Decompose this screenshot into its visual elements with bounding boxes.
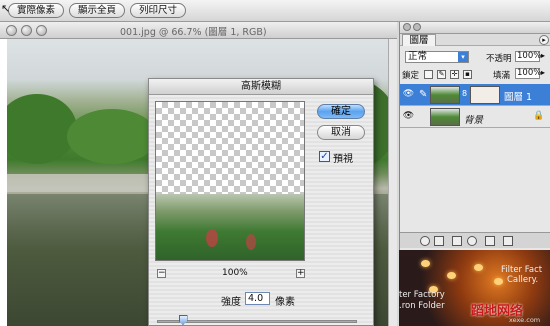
layer-row-background[interactable]: 👁 背景 🔒 xyxy=(400,106,550,128)
radius-input[interactable]: 4.0 xyxy=(245,292,270,305)
layers-palette: 圖層 ▸ 正常 ▾ 不透明 100% ▸ 鎖定 ✎ ✛ ▪ 填滿 100% ▸ … xyxy=(399,22,550,250)
radius-slider-thumb[interactable] xyxy=(178,315,188,325)
vertical-scrollbar[interactable] xyxy=(388,39,397,326)
new-group-icon[interactable] xyxy=(452,236,462,246)
visibility-eye-icon[interactable]: 👁 xyxy=(402,111,415,123)
blur-preview-pane[interactable] xyxy=(155,101,305,261)
filter-factory-image: Filter Fact Callery. ter Factory .ron Fo… xyxy=(399,250,550,326)
zoom-out-button[interactable]: − xyxy=(157,269,166,278)
tab-layers[interactable]: 圖層 xyxy=(402,34,436,46)
add-mask-icon[interactable] xyxy=(434,236,444,246)
preview-image xyxy=(156,194,304,260)
palette-close-icon[interactable] xyxy=(403,23,411,31)
opacity-input[interactable]: 100% xyxy=(515,51,541,62)
layers-footer-toolbar xyxy=(400,232,550,248)
chevron-down-icon: ▾ xyxy=(458,52,468,62)
preview-red-figure xyxy=(246,234,256,250)
preview-red-figure xyxy=(206,229,218,247)
overlay-text-2: Callery. xyxy=(507,275,539,285)
gaussian-blur-dialog: 高斯模糊 − 100% + 確定 取消 ✓ 預視 強度 4.0 像素 xyxy=(148,78,374,326)
palette-titlebar[interactable] xyxy=(400,22,550,34)
preview-checkbox-label: 預視 xyxy=(333,154,353,165)
zoom-window-icon[interactable] xyxy=(36,25,47,36)
tree-shape xyxy=(7,94,77,164)
fit-screen-button[interactable]: 顯示全頁 xyxy=(69,3,125,18)
ok-button[interactable]: 確定 xyxy=(317,104,365,119)
overlay-text-3: ter Factory xyxy=(399,290,445,300)
layer-thumbnail xyxy=(430,86,460,104)
lantern-shape xyxy=(421,260,430,267)
palette-minimize-icon[interactable] xyxy=(413,23,421,31)
lock-all-icon[interactable]: ▪ xyxy=(463,70,472,79)
lock-image-icon[interactable]: ✎ xyxy=(437,70,446,79)
close-window-icon[interactable] xyxy=(6,25,17,36)
fill-label: 填滿 xyxy=(493,71,511,81)
layer-style-icon[interactable] xyxy=(420,236,430,246)
opacity-arrow-icon[interactable]: ▸ xyxy=(541,51,545,60)
minimize-window-icon[interactable] xyxy=(21,25,32,36)
cancel-button[interactable]: 取消 xyxy=(317,125,365,140)
layer-name: 圖層 1 xyxy=(504,92,533,103)
lock-icon: 🔒 xyxy=(533,111,545,121)
document-titlebar[interactable]: 001.jpg @ 66.7% (圖層 1, RGB) xyxy=(0,22,397,39)
radius-unit-label: 像素 xyxy=(275,297,295,308)
preview-checkbox[interactable]: ✓ xyxy=(319,151,330,162)
blend-mode-select[interactable]: 正常 ▾ xyxy=(405,51,469,63)
layer-thumbnail xyxy=(430,108,460,126)
adjustment-layer-icon[interactable] xyxy=(467,236,477,246)
watermark-url: xexe.com xyxy=(509,316,541,324)
palette-menu-icon[interactable]: ▸ xyxy=(539,35,549,45)
stone-wall xyxy=(7,174,157,192)
zoom-level-label: 100% xyxy=(222,268,248,278)
tree-shape xyxy=(67,109,157,164)
zoom-in-button[interactable]: + xyxy=(296,269,305,278)
layer-row-layer1[interactable]: 👁 ✎ 8 圖層 1 xyxy=(400,84,550,106)
overlay-text-4: .ron Folder xyxy=(399,301,445,311)
lock-position-icon[interactable]: ✛ xyxy=(450,70,459,79)
lantern-shape xyxy=(447,272,456,279)
fill-arrow-icon[interactable]: ▸ xyxy=(541,68,545,77)
trash-icon[interactable] xyxy=(503,236,513,246)
new-layer-icon[interactable] xyxy=(485,236,495,246)
link-chain-icon: 8 xyxy=(462,89,468,98)
options-bar: 實際像素 顯示全頁 列印尺寸 ↖ xyxy=(0,0,550,22)
document-title: 001.jpg @ 66.7% (圖層 1, RGB) xyxy=(120,27,267,38)
lantern-shape xyxy=(494,278,503,285)
lock-transparency-icon[interactable] xyxy=(424,70,433,79)
lock-label: 鎖定 xyxy=(402,71,420,81)
lantern-shape xyxy=(474,264,483,271)
blend-mode-value: 正常 xyxy=(408,51,428,62)
brush-icon: ✎ xyxy=(419,89,428,100)
actual-pixels-button[interactable]: 實際像素 xyxy=(8,3,64,18)
opacity-label: 不透明 xyxy=(486,54,512,64)
layer-mask-thumbnail xyxy=(470,86,500,104)
cursor-arrow-icon: ↖ xyxy=(1,2,11,15)
radius-label: 強度 xyxy=(221,297,241,308)
visibility-eye-icon[interactable]: 👁 xyxy=(402,89,415,101)
layer-name: 背景 xyxy=(464,115,484,126)
overlay-text-1: Filter Fact xyxy=(501,265,543,275)
print-size-button[interactable]: 列印尺寸 xyxy=(130,3,186,18)
dialog-title[interactable]: 高斯模糊 xyxy=(149,79,373,95)
fill-input[interactable]: 100% xyxy=(515,68,541,79)
